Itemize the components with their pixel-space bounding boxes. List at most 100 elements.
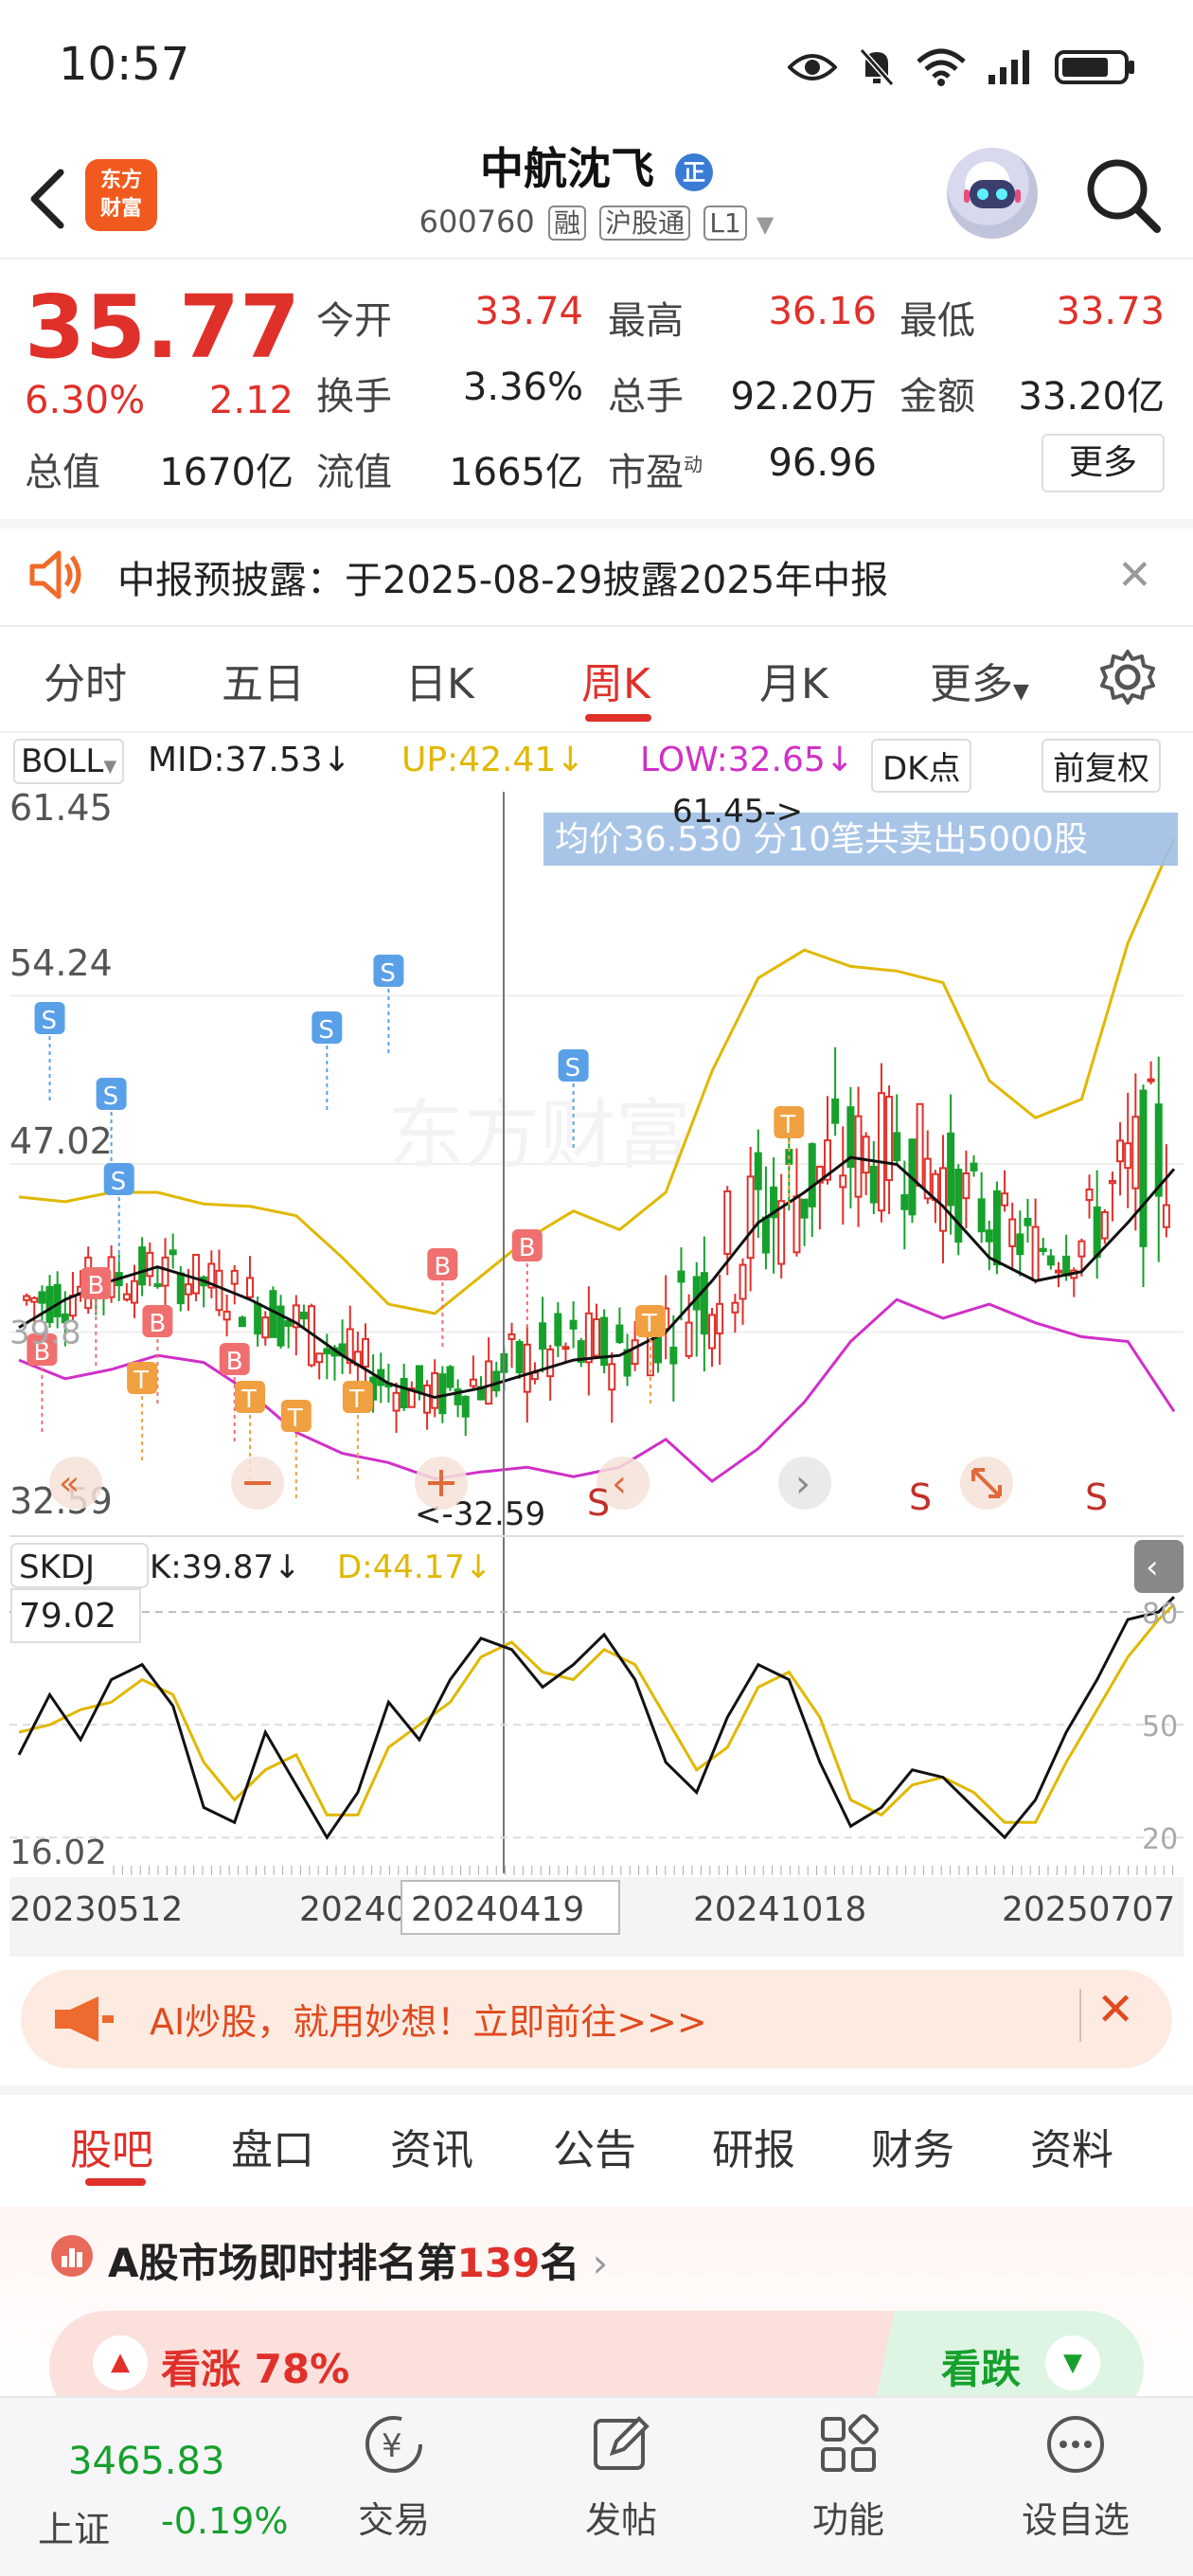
caret-down-icon: ▼ [1045, 2335, 1100, 2390]
tag-level[interactable]: L1 [703, 206, 747, 241]
candle-body [1093, 1206, 1101, 1259]
dk-point-button[interactable]: DK点 [871, 739, 972, 793]
tab-more[interactable]: 更多▼ [930, 650, 1029, 710]
candle-body [584, 1312, 593, 1364]
skdj-lines [9, 1596, 1184, 1840]
field-value-open: 33.74 [474, 290, 583, 333]
candle-body [415, 1365, 423, 1393]
candle-body [169, 1249, 177, 1256]
candle-body [276, 1305, 285, 1347]
nav-trade[interactable]: ¥ 交易 [318, 2411, 470, 2543]
notice-text: 中报预披露：于2025-08-29披露2025年中报 [117, 559, 889, 602]
price-axis-label: 54.24 [9, 942, 113, 984]
ad-banner[interactable]: AI炒股，就用妙想！立即前往>>> ✕ [21, 1970, 1172, 2068]
candle-body [1116, 1139, 1125, 1163]
tab-weekly-k[interactable]: 周K [581, 650, 650, 710]
trade-marker-label: S [565, 1054, 581, 1082]
skdj-header: SKDJ K:39.87↓ D:44.17↓ ‹ [10, 1540, 1184, 1593]
candle-body [138, 1246, 147, 1286]
trade-marker-label: T [348, 1386, 365, 1414]
pe-dynamic-mark: 动 [684, 453, 703, 476]
search-icon[interactable] [1079, 152, 1165, 237]
candle-body [1131, 1116, 1140, 1190]
candle-body [615, 1324, 624, 1344]
candle-body [1077, 1240, 1086, 1258]
tab-announcements[interactable]: 公告 [553, 2116, 636, 2176]
nav-post[interactable]: 发帖 [545, 2411, 697, 2543]
tab-research[interactable]: 研报 [712, 2116, 795, 2176]
more-quote-button[interactable]: 更多 [1042, 434, 1165, 492]
candle-body [885, 1096, 894, 1182]
candle-body [862, 1136, 870, 1174]
zoom-in-button[interactable] [415, 1457, 468, 1510]
scroll-left-button[interactable]: « [49, 1457, 102, 1510]
change-percent: 6.30% [25, 379, 146, 422]
collapse-panel-button[interactable]: ‹ [1134, 1540, 1184, 1593]
grid-icon [821, 2414, 879, 2472]
candle-body [754, 1152, 762, 1190]
eye-icon [788, 54, 837, 80]
boll-low: LOW:32.65↓ [640, 741, 854, 779]
tab-daily-k[interactable]: 日K [405, 650, 474, 710]
index-ticker[interactable]: 3465.83 上证 -0.19% [0, 2398, 312, 2576]
kline-chart[interactable]: 东方财富 SSSSSSBBBBBBTTTTTT 61.4554.2447.023… [9, 792, 1184, 1957]
adjust-select[interactable]: 前复权 [1042, 739, 1161, 793]
indicator-select[interactable]: BOLL▼ [13, 739, 125, 784]
field-value-float-cap: 1665亿 [449, 451, 583, 494]
chevron-down-icon[interactable]: ▼ [757, 211, 774, 238]
expand-chart-icon[interactable] [960, 1457, 1013, 1510]
tab-profile[interactable]: 资料 [1030, 2116, 1113, 2176]
field-label-low: 最低 [899, 299, 975, 343]
status-icons [788, 44, 1136, 91]
candle-body [23, 1295, 31, 1301]
candle-body [900, 1193, 909, 1210]
tab-order-book[interactable]: 盘口 [231, 2116, 314, 2176]
candle-body [53, 1283, 62, 1317]
svg-text:«: « [59, 1464, 80, 1503]
candle-body [808, 1143, 816, 1208]
megaphone-icon [55, 1996, 114, 2042]
candle-body [962, 1172, 970, 1200]
candle-body [261, 1316, 270, 1339]
assistant-robot-icon[interactable] [947, 148, 1038, 239]
candle-body [546, 1348, 555, 1378]
close-icon[interactable]: ✕ [1117, 551, 1152, 599]
scroll-next-button[interactable]: › [778, 1457, 831, 1510]
candle-body [362, 1337, 369, 1368]
tab-financials[interactable]: 财务 [871, 2116, 954, 2176]
tab-monthly-k[interactable]: 月K [759, 650, 828, 710]
candle-body [184, 1283, 192, 1296]
candle-body [869, 1165, 878, 1204]
candle-body [1139, 1089, 1148, 1247]
signal-s-label: S [587, 1482, 610, 1524]
field-value-turnover: 3.36% [462, 366, 583, 409]
nav-set-watchlist[interactable]: 设自选 [1000, 2411, 1151, 2543]
trade-marker-label: S [380, 959, 396, 988]
nav-functions[interactable]: 功能 [773, 2411, 924, 2543]
svg-text:‹: ‹ [1146, 1548, 1159, 1586]
announcement-notice[interactable]: 中报预披露：于2025-08-29披露2025年中报 ✕ [0, 527, 1193, 625]
tab-news[interactable]: 资讯 [390, 2116, 473, 2176]
tab-intraday[interactable]: 分时 [44, 650, 127, 710]
candle-body [38, 1291, 46, 1304]
candle-body [1100, 1210, 1109, 1240]
candle-body [400, 1378, 408, 1408]
svg-text:‹: ‹ [612, 1462, 627, 1506]
zoom-out-button[interactable] [231, 1457, 284, 1510]
index-name: 上证 [38, 2509, 111, 2550]
skdj-d: D:44.17↓ [337, 1548, 491, 1586]
candle-body [507, 1333, 516, 1340]
vote-up-text: 看涨 78% [161, 2346, 350, 2392]
ad-text: AI炒股，就用妙想！立即前往>>> [150, 2001, 707, 2043]
edit-icon [594, 2416, 650, 2470]
trade-marker-label: S [42, 1007, 58, 1035]
gear-icon[interactable] [1098, 648, 1157, 707]
boll-indicator-bar: BOLL▼ MID:37.53↓ UP:42.41↓ LOW:32.65↓ DK… [13, 737, 1178, 793]
tab-five-day[interactable]: 五日 [222, 650, 305, 710]
signal-s-label: S [1085, 1476, 1108, 1518]
tab-forum[interactable]: 股吧 [70, 2116, 153, 2176]
field-label-market-cap: 总值 [25, 451, 100, 494]
close-icon[interactable]: ✕ [1096, 1983, 1134, 2036]
candle-body [223, 1311, 231, 1321]
candle-body [176, 1272, 185, 1305]
